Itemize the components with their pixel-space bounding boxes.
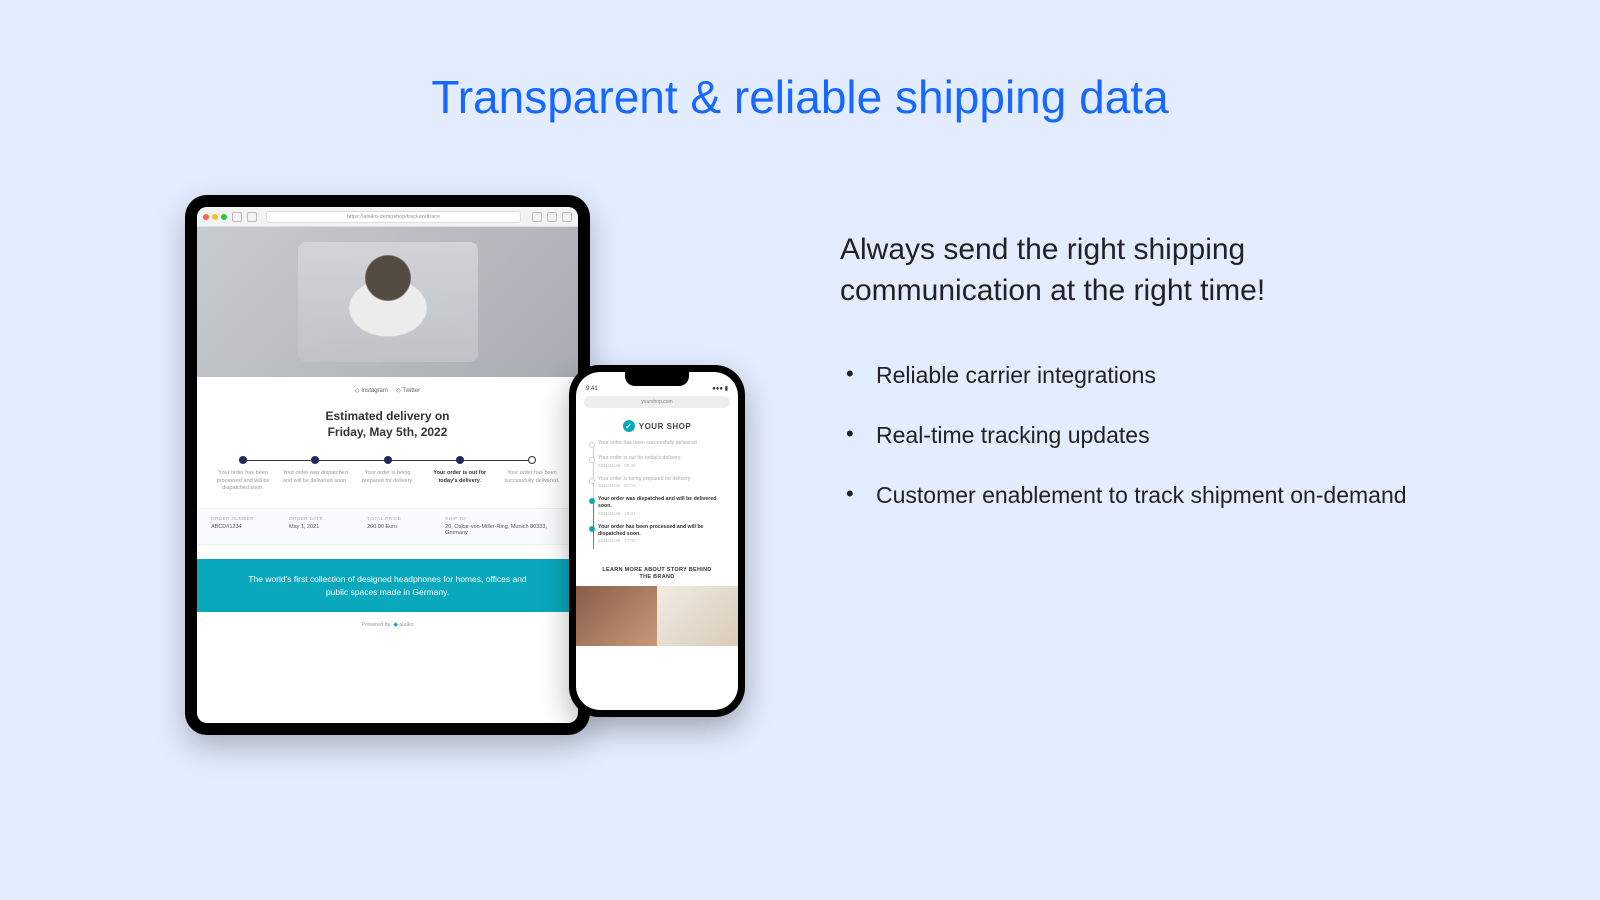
tabs-icon	[562, 212, 572, 222]
social-links: ◇ Instagram ◇ Twitter	[197, 377, 578, 404]
phone-tracking-item: Your order is being prepared for deliver…	[598, 476, 724, 489]
powered-by: Powered by ◆ alaiko	[197, 612, 578, 638]
estimated-delivery: Estimated delivery on Friday, May 5th, 2…	[197, 404, 578, 456]
phone-notch	[625, 372, 689, 386]
phone-tracking-item: Your order has been processed and will b…	[598, 524, 724, 544]
add-icon	[547, 212, 557, 222]
text-column: Always send the right shipping communica…	[840, 230, 1440, 540]
shop-logo-icon: ✓	[623, 420, 635, 432]
promo-banner: The world's first collection of designed…	[197, 559, 578, 613]
order-summary: ORDER NUMBER ABCD#1234 ORDER DATE May 1,…	[197, 508, 578, 545]
subheading: Always send the right shipping communica…	[840, 230, 1440, 311]
order-total: 260.00 Euro	[367, 524, 433, 530]
phone-screen: 9:41 ●●● ▮ yourshop.com ✓ YOUR SHOP Your…	[576, 372, 738, 710]
phone-url-bar: yourshop.com	[584, 396, 730, 408]
window-minimize-icon	[212, 214, 218, 220]
twitter-link: ◇ Twitter	[396, 388, 420, 394]
phone-time: 9:41	[586, 386, 598, 392]
learn-more-heading: LEARN MORE ABOUT STORY BEHIND THE BRAND	[576, 559, 738, 585]
order-date: May 1, 2021	[289, 524, 355, 530]
order-date-label: ORDER DATE	[289, 517, 355, 522]
hero-image	[197, 227, 578, 377]
instagram-link: ◇ Instagram	[355, 388, 388, 394]
tablet-frame: https://alaiko-demoshop/trackandtrace ◇ …	[185, 195, 590, 735]
phone-frame: 9:41 ●●● ▮ yourshop.com ✓ YOUR SHOP Your…	[569, 365, 745, 717]
feature-list: Reliable carrier integrations Real-time t…	[840, 359, 1440, 512]
window-maximize-icon	[221, 214, 227, 220]
shop-brand: ✓ YOUR SHOP	[576, 410, 738, 438]
phone-tracking-item: Your order was dispatched and will be de…	[598, 496, 724, 516]
ship-to-label: SHIP TO	[445, 517, 564, 522]
page-title: Transparent & reliable shipping data	[0, 70, 1600, 124]
feature-item: Reliable carrier integrations	[840, 359, 1440, 391]
tablet-screen: https://alaiko-demoshop/trackandtrace ◇ …	[197, 207, 578, 723]
ship-to: 20, Oskar-von-Miller-Ring, Munich 80333,…	[445, 524, 564, 536]
browser-toolbar: https://alaiko-demoshop/trackandtrace	[197, 207, 578, 227]
nav-back-icon	[232, 212, 242, 222]
tracking-timeline: Your order has been processed and will b…	[197, 456, 578, 503]
timeline-step: Your order has been successfully deliver…	[496, 456, 568, 484]
timeline-step: Your order has been processed and will b…	[207, 456, 279, 491]
brand-story-images	[576, 586, 738, 646]
phone-tracking-list: Your order has been successfully deliver…	[576, 438, 738, 559]
story-image-2	[657, 586, 738, 646]
phone-tracking-item: Your order has been successfully deliver…	[598, 440, 724, 447]
story-image-1	[576, 586, 657, 646]
device-mockups: https://alaiko-demoshop/trackandtrace ◇ …	[185, 195, 745, 765]
order-total-label: TOTAL PRICE	[367, 517, 433, 522]
nav-forward-icon	[247, 212, 257, 222]
share-icon	[532, 212, 542, 222]
window-close-icon	[203, 214, 209, 220]
url-bar: https://alaiko-demoshop/trackandtrace	[266, 211, 521, 223]
phone-indicators: ●●● ▮	[712, 385, 728, 392]
phone-tracking-item: Your order is out for today's delivery.2…	[598, 455, 724, 468]
order-number-label: ORDER NUMBER	[211, 517, 277, 522]
order-number: ABCD#1234	[211, 524, 277, 530]
feature-item: Real-time tracking updates	[840, 419, 1440, 451]
hero-person-headphones	[298, 242, 478, 362]
feature-item: Customer enablement to track shipment on…	[840, 479, 1440, 511]
